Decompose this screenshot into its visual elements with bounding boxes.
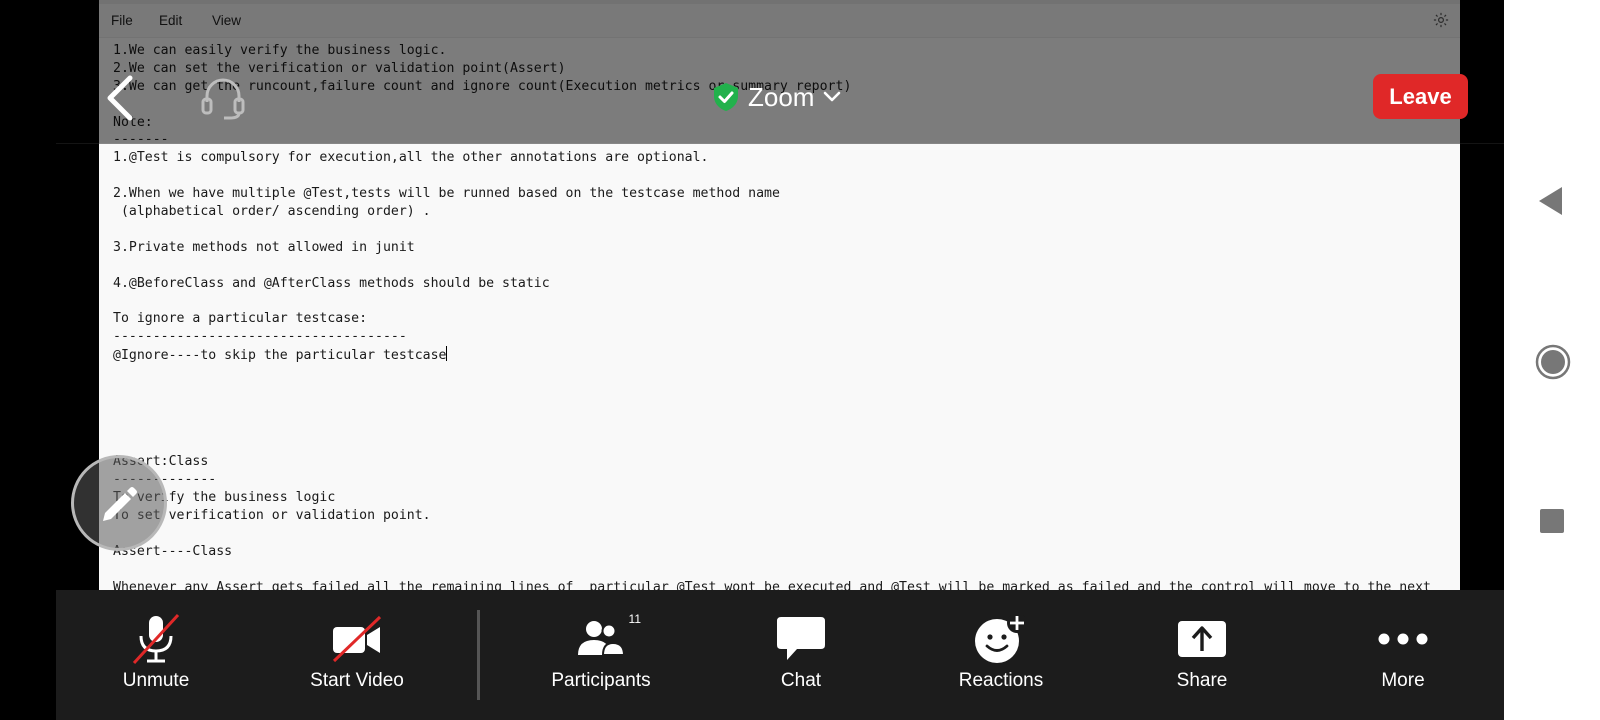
microphone-muted-icon [132, 613, 180, 665]
text-line [113, 292, 1450, 310]
text-line: Assert----Class [113, 543, 233, 559]
text-line: Whenever any Assert gets failed all the … [113, 579, 1431, 590]
text-line: To ignore a particular testcase: [113, 311, 368, 327]
text-line: ------------------------------------- [113, 329, 407, 345]
text-line [113, 525, 1450, 543]
text-line [113, 561, 1450, 579]
start-video-label: Start Video [310, 670, 404, 691]
text-line: ------------- [113, 472, 217, 488]
text-caret [446, 346, 448, 362]
unmute-label: Unmute [122, 670, 190, 691]
text-line [113, 418, 1450, 436]
chevron-down-icon [824, 91, 841, 102]
participants-icon [578, 621, 626, 656]
text-line: 3.Private methods not allowed in junit [113, 239, 415, 255]
text-line [113, 167, 1450, 185]
chat-button[interactable]: Chat [726, 590, 876, 720]
annotate-button[interactable] [71, 455, 167, 551]
meeting-top-bar [56, 0, 1504, 144]
reactions-label: Reactions [958, 670, 1044, 691]
chat-icon [777, 617, 825, 660]
more-button[interactable]: More [1328, 590, 1478, 720]
more-dots-icon [1378, 633, 1428, 645]
share-label: Share [1176, 670, 1228, 691]
text-line: 1.@Test is compulsory for execution,all … [113, 150, 709, 166]
zoom-meeting-screen: File Edit View 1.We can easily verify th… [0, 0, 1600, 720]
participants-label: Participants [551, 670, 651, 691]
chat-label: Chat [780, 670, 822, 691]
share-button[interactable]: Share [1127, 590, 1277, 720]
reactions-icon [975, 613, 1027, 663]
share-screen-icon [1178, 621, 1226, 657]
text-line: (alphabetical order/ ascending order) . [113, 204, 431, 220]
video-off-icon [332, 615, 382, 663]
toolbar-divider [477, 610, 480, 700]
text-line [113, 436, 1450, 454]
meeting-toolbar: Unmute Start Video 11 Participants Chat … [56, 590, 1504, 720]
participants-button[interactable]: 11 Participants [526, 590, 676, 720]
text-line [113, 221, 1450, 239]
text-line: 4.@BeforeClass and @AfterClass methods s… [113, 275, 550, 291]
shield-check-icon [714, 83, 738, 111]
text-line [113, 382, 1450, 400]
nav-back-icon[interactable] [1536, 185, 1566, 217]
text-line: 2.When we have multiple @Test,tests will… [113, 186, 780, 202]
chevron-left-icon[interactable] [100, 72, 140, 124]
text-line [113, 257, 1450, 275]
headset-icon[interactable] [198, 76, 248, 120]
text-line: Assert:Class [113, 454, 209, 470]
text-line-with-caret: @Ignore----to skip the particular testca… [113, 346, 1450, 364]
text-line [113, 364, 1450, 382]
start-video-button[interactable]: Start Video [282, 590, 432, 720]
unmute-button[interactable]: Unmute [81, 590, 231, 720]
reactions-button[interactable]: Reactions [926, 590, 1076, 720]
nav-recents-icon[interactable] [1540, 509, 1564, 533]
text-line: To set verification or validation point. [113, 508, 431, 524]
text-line [113, 400, 1450, 418]
pencil-icon [103, 487, 137, 521]
more-label: More [1381, 670, 1425, 691]
android-navigation-bar [1504, 0, 1600, 720]
meeting-title-button[interactable]: Zoom [712, 80, 842, 114]
participants-count: 11 [628, 612, 641, 626]
nav-home-icon[interactable] [1535, 344, 1571, 380]
leave-button[interactable]: Leave [1373, 74, 1468, 119]
meeting-name: Zoom [748, 81, 815, 112]
text-line: @Ignore----to skip the particular testca… [113, 348, 447, 364]
text-line: To verify the business logic [113, 490, 336, 506]
